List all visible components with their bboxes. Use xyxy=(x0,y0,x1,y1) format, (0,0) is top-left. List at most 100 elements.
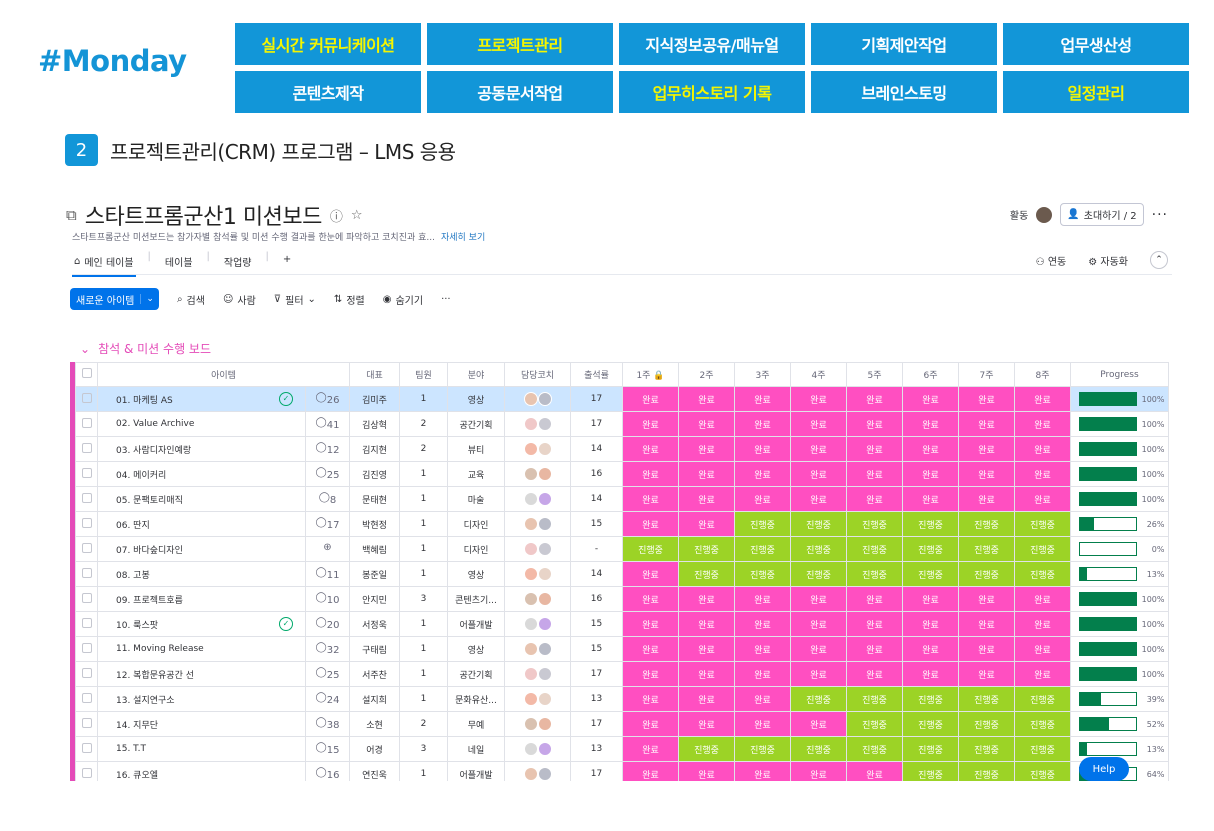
team-cell[interactable]: 1 xyxy=(399,461,448,487)
status-cell[interactable]: 완료 xyxy=(1014,436,1071,462)
status-cell[interactable]: 완료 xyxy=(790,486,847,512)
status-cell[interactable]: 완료 xyxy=(958,411,1015,437)
team-cell[interactable]: 1 xyxy=(399,686,448,712)
chevron-down-icon[interactable]: ⌄ xyxy=(80,342,90,356)
field-cell[interactable]: 콘텐츠기... xyxy=(447,586,505,612)
collapse-chevron-icon[interactable]: ⌃ xyxy=(1150,251,1168,269)
coach-cell[interactable] xyxy=(504,736,571,762)
status-cell[interactable]: 완료 xyxy=(958,661,1015,687)
status-cell[interactable]: 진행중 xyxy=(902,536,959,562)
status-cell[interactable]: 완료 xyxy=(902,486,959,512)
updates-cell[interactable]: ⊕ xyxy=(305,536,350,562)
rep-cell[interactable]: 서주찬 xyxy=(349,661,400,687)
updates-cell[interactable]: ◯12 xyxy=(305,436,350,462)
column-header-week-2[interactable]: 2주 xyxy=(678,362,735,387)
status-cell[interactable]: 완료 xyxy=(734,661,791,687)
coach-cell[interactable] xyxy=(504,711,571,737)
coach-cell[interactable] xyxy=(504,386,571,412)
status-cell[interactable]: 진행중 xyxy=(1014,511,1071,537)
attendance-cell[interactable]: 13 xyxy=(570,736,623,762)
attendance-cell[interactable]: 17 xyxy=(570,761,623,781)
coach-cell[interactable] xyxy=(504,461,571,487)
status-cell[interactable]: 완료 xyxy=(678,611,735,637)
status-cell[interactable]: 완료 xyxy=(790,761,847,781)
status-cell[interactable]: 진행중 xyxy=(678,561,735,587)
status-cell[interactable]: 진행중 xyxy=(958,711,1015,737)
column-header-week-3[interactable]: 3주 xyxy=(734,362,791,387)
rep-cell[interactable]: 김미주 xyxy=(349,386,400,412)
column-header-week-8[interactable]: 8주 xyxy=(1014,362,1071,387)
team-cell[interactable]: 1 xyxy=(399,761,448,781)
status-cell[interactable]: 완료 xyxy=(790,636,847,662)
see-more-link[interactable]: 자세히 보기 xyxy=(441,233,485,243)
rep-cell[interactable]: 구태림 xyxy=(349,636,400,662)
updates-cell[interactable]: ◯17 xyxy=(305,511,350,537)
avatar[interactable] xyxy=(1036,206,1053,223)
coach-cell[interactable] xyxy=(504,561,571,587)
status-cell[interactable]: 완료 xyxy=(622,686,679,712)
row-select-cell[interactable] xyxy=(75,561,98,587)
status-cell[interactable]: 완료 xyxy=(622,411,679,437)
row-checkbox[interactable] xyxy=(81,642,92,653)
status-cell[interactable]: 진행중 xyxy=(958,736,1015,762)
team-cell[interactable]: 1 xyxy=(399,386,448,412)
status-cell[interactable]: 진행중 xyxy=(958,761,1015,781)
status-cell[interactable]: 완료 xyxy=(622,561,679,587)
select-all-checkbox[interactable] xyxy=(81,368,92,378)
row-select-cell[interactable] xyxy=(75,736,98,762)
status-cell[interactable]: 진행중 xyxy=(790,736,847,762)
status-cell[interactable]: 완료 xyxy=(678,761,735,781)
team-cell[interactable]: 2 xyxy=(399,711,448,737)
updates-cell[interactable]: ◯15 xyxy=(305,736,350,762)
rep-cell[interactable]: 연진욱 xyxy=(349,761,400,781)
field-cell[interactable]: 영상 xyxy=(447,386,505,412)
row-select-cell[interactable] xyxy=(75,511,98,537)
board-title[interactable]: 스타트프롬군산1 미션보드 xyxy=(85,199,323,231)
item-name-cell[interactable]: 04. 메이커리 xyxy=(97,461,306,487)
status-cell[interactable]: 진행중 xyxy=(902,711,959,737)
status-cell[interactable]: 완료 xyxy=(846,761,903,781)
more-menu-icon[interactable]: ··· xyxy=(1152,207,1168,223)
column-header-item[interactable]: 아이템 xyxy=(97,362,350,387)
field-cell[interactable]: 교육 xyxy=(447,461,505,487)
status-cell[interactable]: 완료 xyxy=(678,511,735,537)
item-name-cell[interactable]: 03. 사람디자인예랑 xyxy=(97,436,306,462)
row-select-cell[interactable] xyxy=(75,661,98,687)
status-cell[interactable]: 완료 xyxy=(734,436,791,462)
status-cell[interactable]: 완료 xyxy=(790,611,847,637)
row-select-cell[interactable] xyxy=(75,536,98,562)
status-cell[interactable]: 완료 xyxy=(734,636,791,662)
help-button[interactable]: Help xyxy=(1079,757,1129,781)
filter-button[interactable]: ⊽ 필터 ⌄ xyxy=(274,292,316,307)
field-cell[interactable]: 무예 xyxy=(447,711,505,737)
automate-button[interactable]: ⚙ 자동화 xyxy=(1088,253,1128,268)
status-cell[interactable]: 진행중 xyxy=(1014,686,1071,712)
nav-button[interactable]: 브레인스토밍 xyxy=(811,71,997,113)
row-checkbox[interactable] xyxy=(81,517,92,528)
status-cell[interactable]: 완료 xyxy=(790,461,847,487)
status-cell[interactable]: 진행중 xyxy=(734,536,791,562)
search-button[interactable]: ⌕ 검색 xyxy=(177,292,205,307)
status-cell[interactable]: 진행중 xyxy=(790,536,847,562)
column-header-attendance[interactable]: 출석률 xyxy=(570,362,623,387)
status-cell[interactable]: 진행중 xyxy=(790,686,847,712)
item-name-cell[interactable]: 10. 룩스팟 ✓ xyxy=(97,611,306,637)
status-cell[interactable]: 진행중 xyxy=(846,536,903,562)
updates-cell[interactable]: ◯26 xyxy=(305,386,350,412)
status-cell[interactable]: 완료 xyxy=(790,711,847,737)
status-cell[interactable]: 완료 xyxy=(846,461,903,487)
coach-cell[interactable] xyxy=(504,486,571,512)
nav-button[interactable]: 실시간 커뮤니케이션 xyxy=(235,23,421,65)
activity-label[interactable]: 활동 xyxy=(1010,207,1028,222)
field-cell[interactable]: 영상 xyxy=(447,561,505,587)
status-cell[interactable]: 완료 xyxy=(734,461,791,487)
status-cell[interactable]: 완료 xyxy=(902,611,959,637)
status-cell[interactable]: 진행중 xyxy=(902,761,959,781)
item-name-cell[interactable]: 16. 큐오엘 xyxy=(97,761,306,781)
field-cell[interactable]: 뷰티 xyxy=(447,436,505,462)
attendance-cell[interactable]: 16 xyxy=(570,586,623,612)
tab-table[interactable]: 테이블 xyxy=(163,251,195,272)
column-header-week-4[interactable]: 4주 xyxy=(790,362,847,387)
status-cell[interactable]: 진행중 xyxy=(734,736,791,762)
field-cell[interactable]: 어플개발 xyxy=(447,611,505,637)
